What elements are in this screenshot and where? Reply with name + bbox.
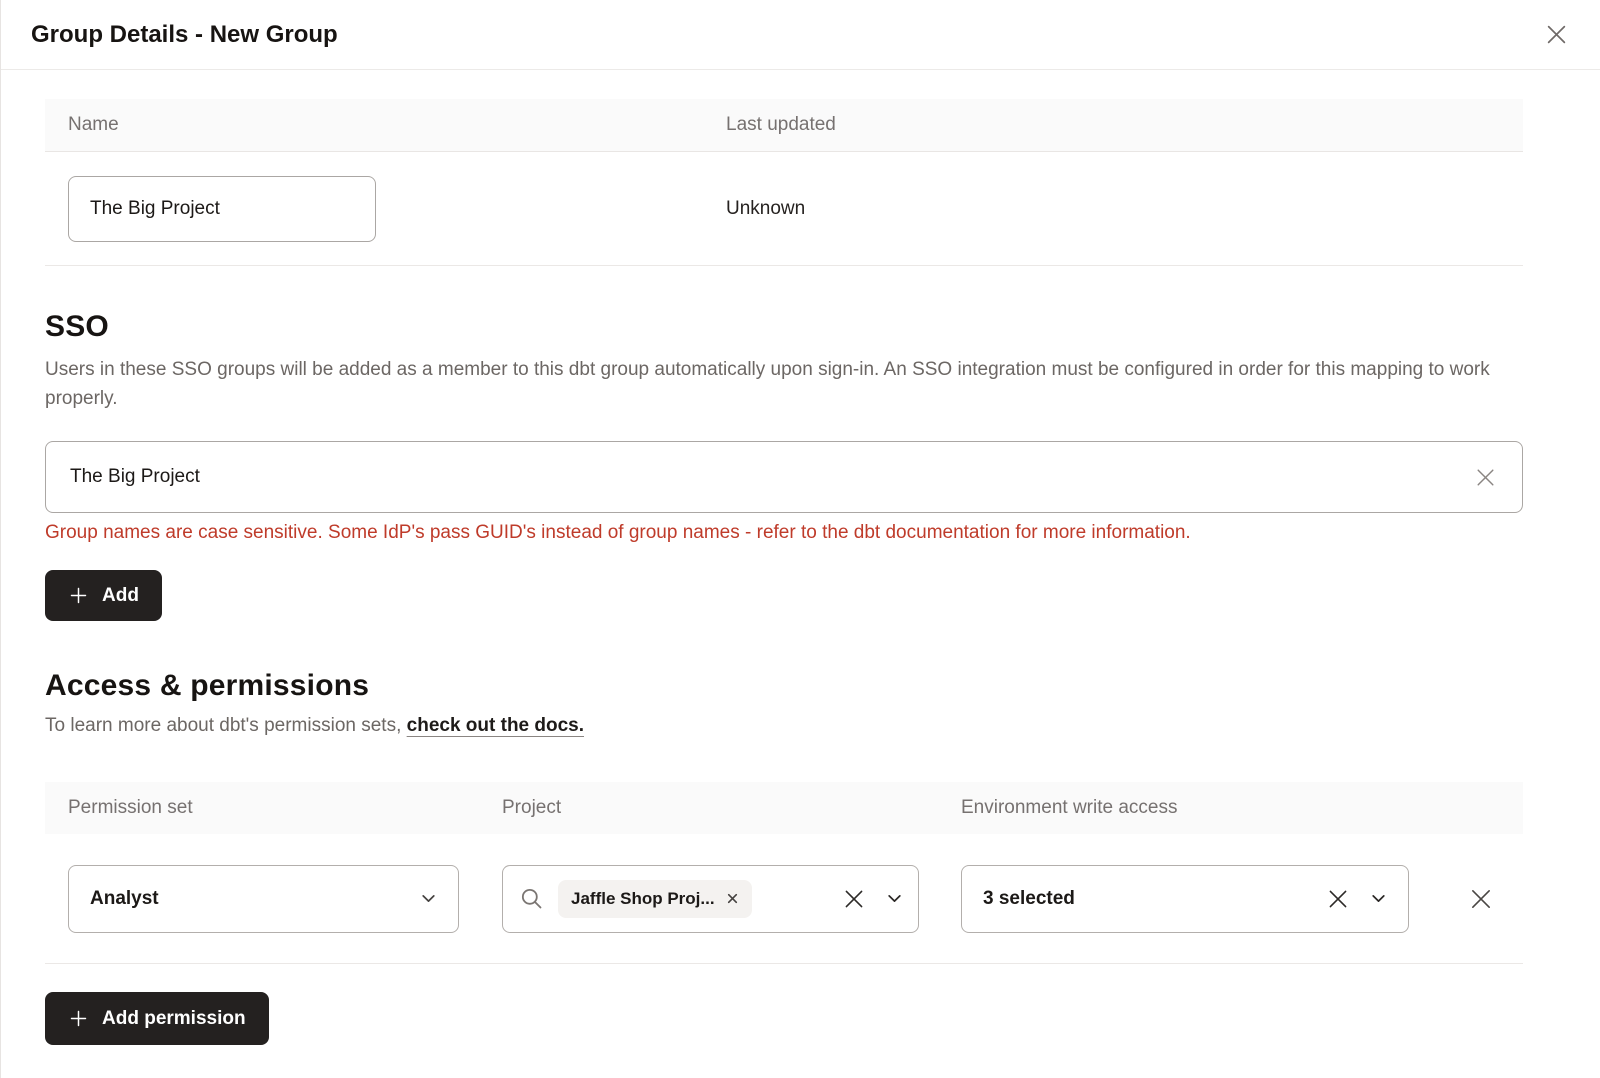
docs-link[interactable]: check out the docs. (407, 715, 584, 736)
page-title: Group Details - New Group (31, 21, 338, 49)
plus-icon (68, 585, 89, 606)
project-clear-button[interactable] (841, 886, 867, 912)
group-name-table: Name Last updated Unknown (45, 99, 1523, 266)
table-row: Unknown (45, 152, 1523, 266)
add-permission-label: Add permission (102, 1008, 246, 1030)
clear-icon (1473, 465, 1498, 490)
permission-set-select[interactable]: Analyst (68, 865, 459, 933)
modal-header: Group Details - New Group (1, 0, 1600, 70)
plus-icon (68, 1008, 89, 1029)
permission-row: Analyst Jaffle Shop Proj... (45, 834, 1523, 964)
access-permissions-heading: Access & permissions (45, 669, 1523, 703)
column-header-name: Name (45, 114, 726, 136)
clear-icon (841, 886, 867, 912)
column-header-permission-set: Permission set (45, 797, 502, 819)
permissions-table: Permission set Project Environment write… (45, 782, 1523, 964)
sso-helper-text: Group names are case sensitive. Some IdP… (45, 522, 1523, 544)
group-name-input[interactable] (68, 176, 376, 242)
column-header-environment-write-access: Environment write access (961, 797, 1523, 819)
modal-content: Name Last updated Unknown SSO Users in t… (1, 99, 1600, 1045)
chevron-down-icon (1370, 890, 1387, 907)
access-description: To learn more about dbt's permission set… (45, 715, 1523, 737)
sso-group-field (45, 441, 1523, 513)
add-permission-button[interactable]: Add permission (45, 992, 269, 1045)
tag-remove-icon (726, 892, 739, 905)
environment-write-access-select[interactable]: 3 selected (961, 865, 1409, 933)
permission-set-value: Analyst (90, 888, 159, 910)
clear-icon (1325, 886, 1351, 912)
sso-group-clear-button[interactable] (1473, 465, 1498, 490)
chevron-down-icon (886, 890, 903, 907)
close-icon (1543, 21, 1570, 48)
sso-description: Users in these SSO groups will be added … (45, 355, 1515, 413)
environment-write-access-value: 3 selected (983, 888, 1075, 910)
project-tag: Jaffle Shop Proj... (558, 880, 752, 918)
project-tag-remove-button[interactable] (726, 892, 739, 905)
add-button-label: Add (102, 585, 139, 607)
last-updated-value: Unknown (726, 198, 805, 219)
access-description-text: To learn more about dbt's permission set… (45, 715, 407, 736)
close-icon (1467, 885, 1495, 913)
remove-permission-row-button[interactable] (1467, 885, 1495, 913)
sso-group-input[interactable] (70, 466, 1473, 488)
group-name-table-header: Name Last updated (45, 99, 1523, 152)
permissions-table-header: Permission set Project Environment write… (45, 782, 1523, 834)
project-select[interactable]: Jaffle Shop Proj... (502, 865, 919, 933)
environment-clear-button[interactable] (1325, 886, 1351, 912)
chevron-down-icon (420, 890, 437, 907)
add-sso-group-button[interactable]: Add (45, 570, 162, 621)
column-header-last-updated: Last updated (726, 114, 1523, 136)
project-tag-label: Jaffle Shop Proj... (571, 889, 715, 909)
close-modal-button[interactable] (1543, 21, 1570, 48)
column-header-project: Project (502, 797, 961, 819)
search-icon (518, 885, 545, 912)
sso-heading: SSO (45, 310, 1523, 344)
